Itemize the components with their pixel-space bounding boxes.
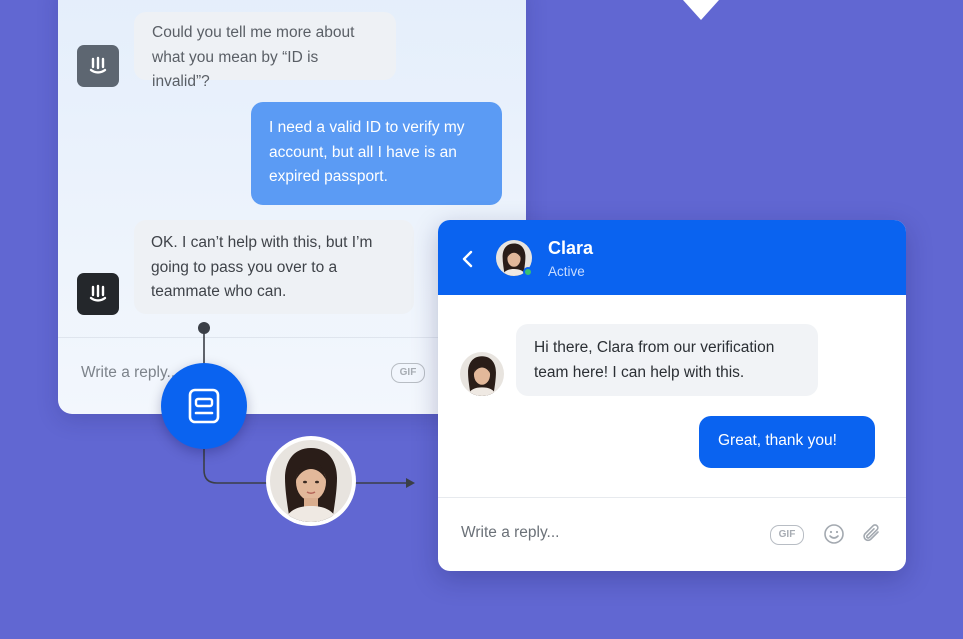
gif-button[interactable]: GIF	[770, 525, 804, 545]
chat-header: Clara Active	[438, 220, 906, 295]
handoff-ticket-icon	[161, 363, 247, 449]
online-status-icon	[523, 267, 533, 277]
user-message: Great, thank you!	[699, 416, 875, 468]
attachment-icon[interactable]	[861, 522, 883, 546]
reply-input[interactable]: Write a reply...	[461, 524, 559, 542]
composer-divider	[438, 497, 906, 498]
agent-photo	[266, 436, 356, 526]
agent-name: Clara	[548, 238, 594, 258]
back-icon[interactable]	[458, 248, 478, 270]
emoji-icon[interactable]	[823, 523, 845, 545]
agent-status: Active	[548, 264, 585, 279]
agent-avatar	[460, 352, 504, 396]
agent-message: Hi there, Clara from our verification te…	[516, 324, 818, 396]
agent-chat-window: Clara Active Hi there, Clara from our ve…	[438, 220, 906, 571]
